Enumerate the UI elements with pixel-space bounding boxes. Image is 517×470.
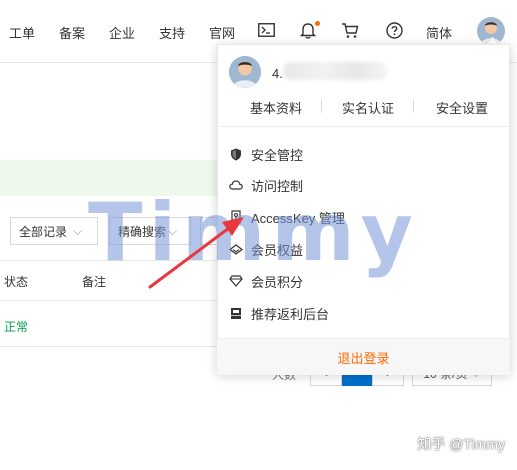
zhihu-credit: 知乎 @Timmy	[417, 436, 505, 452]
annotation-arrow	[148, 217, 244, 289]
